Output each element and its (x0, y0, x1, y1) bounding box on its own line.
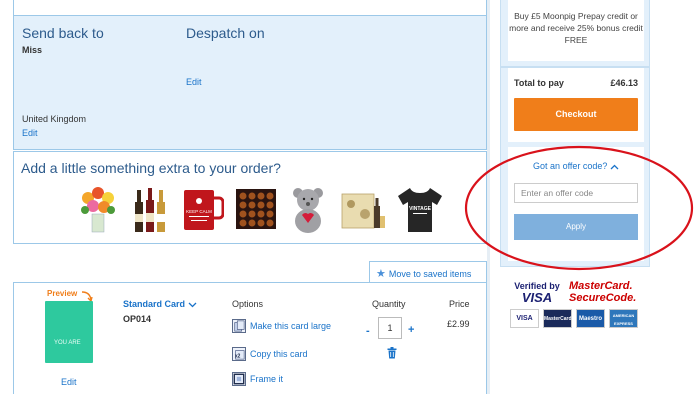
t-shirt-icon[interactable]: VINTAGE (396, 184, 444, 234)
order-summary-column: Buy £5 Moonpig Prepay credit or more and… (500, 0, 650, 394)
move-to-saved-button[interactable]: ★ Move to saved items (369, 261, 487, 283)
enlarge-card-icon (232, 319, 246, 333)
offer-code-toggle[interactable]: Got an offer code? (508, 161, 644, 171)
quantity-heading: Quantity (372, 299, 406, 309)
mug-text: KEEP CALM (186, 209, 212, 214)
send-back-country: United Kingdom (22, 114, 87, 124)
frame-icon (232, 372, 246, 386)
star-icon: ★ (376, 268, 386, 280)
card-thumb-text: YOU ARE (54, 340, 81, 346)
move-to-saved-label: Move to saved items (388, 269, 472, 279)
visa-logo-text: VISA (521, 290, 553, 305)
trash-icon[interactable] (387, 347, 397, 359)
quantity-increase-button[interactable]: + (408, 324, 414, 336)
copy-card-icon: x2 (232, 347, 246, 361)
promo-text: Buy £5 Moonpig Prepay credit or more and… (508, 0, 644, 61)
extras-panel: Add a little something extra to your ord… (13, 151, 487, 244)
chevron-up-icon (610, 164, 619, 170)
options-heading: Options (232, 299, 264, 309)
mastercard-text: MasterCard. (569, 280, 633, 292)
svg-text:x2: x2 (235, 353, 241, 359)
card-item-panel: Preview YOU ARE Edit Standard Card OP014… (13, 282, 487, 394)
payment-box: Total to pay £46.13 Checkout Got an offe… (500, 67, 650, 267)
teddy-bear-icon[interactable] (288, 184, 328, 234)
make-card-large-option[interactable]: Make this card large (232, 319, 331, 333)
offer-code-link: Got an offer code? (533, 161, 608, 171)
amex-logo: AMERICAN EXPRESS (609, 309, 638, 328)
extras-row: KEEP CALM VINTAGE (74, 184, 454, 236)
securecode-text: SecureCode. (569, 292, 637, 304)
verified-by-visa-logo: Verified by VISA (513, 281, 561, 304)
order-column: Send back to Despatch on Miss Edit Unite… (0, 0, 490, 394)
offer-code-input[interactable]: Enter an offer code (514, 183, 638, 203)
price-heading: Price (449, 299, 470, 309)
tshirt-text: VINTAGE (409, 206, 432, 212)
visa-card-logo: VISA (510, 309, 539, 328)
total-label: Total to pay (514, 78, 564, 88)
frame-it-option[interactable]: Frame it (232, 372, 283, 386)
wine-bottles-icon[interactable] (130, 184, 170, 234)
card-edit-link[interactable]: Edit (61, 377, 77, 387)
extras-title: Add a little something extra to your ord… (21, 160, 281, 176)
card-code: OP014 (123, 314, 152, 324)
apply-button[interactable]: Apply (514, 214, 638, 240)
mug-icon[interactable]: KEEP CALM (180, 184, 224, 234)
total-value: £46.13 (610, 78, 638, 88)
quantity-input[interactable]: 1 (378, 317, 402, 339)
offer-code-panel: Got an offer code? Enter an offer code A… (508, 147, 644, 261)
card-thumbnail[interactable]: YOU ARE (45, 301, 93, 363)
maestro-logo: Maestro (576, 309, 605, 328)
preview-label[interactable]: Preview (47, 289, 77, 298)
mastercard-logo: MasterCard (543, 309, 572, 328)
send-back-title: Send back to (22, 25, 104, 41)
card-price: £2.99 (447, 319, 470, 329)
mastercard-securecode-logo: MasterCard. SecureCode. (569, 280, 639, 304)
make-card-large-label: Make this card large (250, 321, 332, 331)
gift-hamper-icon[interactable] (338, 184, 386, 234)
promo-box: Buy £5 Moonpig Prepay credit or more and… (500, 0, 650, 67)
quantity-decrease-button[interactable]: - (366, 325, 370, 337)
chocolates-icon[interactable] (234, 184, 278, 234)
checkout-page: Send back to Despatch on Miss Edit Unite… (0, 0, 700, 394)
column-divider (487, 0, 490, 394)
delivery-panel: Send back to Despatch on Miss Edit Unite… (13, 16, 487, 150)
total-panel: Total to pay £46.13 Checkout (508, 68, 644, 142)
card-type-dropdown[interactable]: Standard Card (123, 299, 197, 309)
frame-it-label: Frame it (250, 374, 284, 384)
chevron-down-icon (188, 302, 196, 308)
copy-card-option[interactable]: x2 Copy this card (232, 347, 308, 361)
despatch-title: Despatch on (186, 25, 265, 41)
flowers-icon[interactable] (76, 184, 120, 234)
order-box-top (13, 0, 487, 16)
card-type-label: Standard Card (123, 299, 186, 309)
checkout-button[interactable]: Checkout (514, 98, 638, 131)
payment-logos: VISA MasterCard Maestro AMERICAN EXPRESS (510, 309, 640, 329)
despatch-edit-link[interactable]: Edit (186, 77, 202, 87)
send-back-edit-link[interactable]: Edit (22, 128, 38, 138)
copy-card-label: Copy this card (250, 349, 308, 359)
send-back-name: Miss (22, 45, 43, 55)
